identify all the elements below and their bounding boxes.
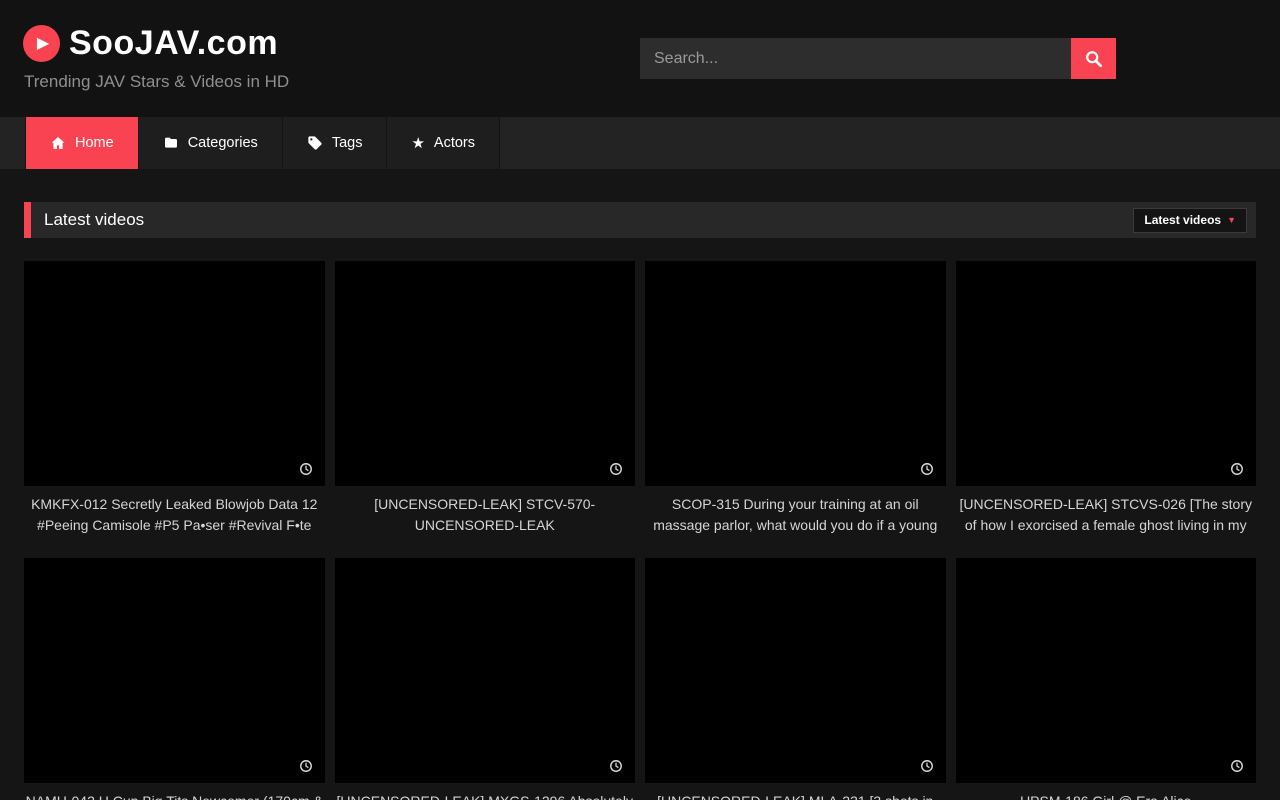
section-title: Latest videos bbox=[44, 210, 144, 230]
search-icon bbox=[1084, 49, 1103, 68]
video-thumbnail[interactable] bbox=[24, 261, 325, 486]
video-card[interactable]: SCOP-315 During your training at an oil … bbox=[645, 261, 946, 536]
video-thumbnail[interactable] bbox=[335, 558, 636, 783]
nav-item-home[interactable]: Home bbox=[25, 117, 139, 169]
search-input[interactable] bbox=[640, 38, 1071, 79]
site-name: SooJAV.com bbox=[69, 24, 278, 63]
search-form bbox=[640, 38, 1116, 79]
video-card[interactable]: NAMH-042 H Cup Big Tits Newcomer (170cm … bbox=[24, 558, 325, 800]
video-card[interactable]: [UNCENSORED-LEAK] STCV-570-UNCENSORED-LE… bbox=[335, 261, 636, 536]
video-title[interactable]: [UNCENSORED-LEAK] MXGS-1296 Absolutely bbox=[335, 791, 636, 800]
sort-dropdown[interactable]: Latest videos ▼ bbox=[1133, 208, 1247, 233]
main-content: Latest videos Latest videos ▼ KMKFX-012 … bbox=[0, 202, 1280, 800]
sort-dropdown-label: Latest videos bbox=[1144, 213, 1221, 227]
caret-down-icon: ▼ bbox=[1227, 216, 1236, 225]
video-card[interactable]: [UNCENSORED-LEAK] MXGS-1296 Absolutely bbox=[335, 558, 636, 800]
clock-icon bbox=[1230, 462, 1244, 476]
clock-icon bbox=[299, 759, 313, 773]
nav-item-label: Categories bbox=[188, 135, 258, 151]
section-header: Latest videos Latest videos ▼ bbox=[24, 202, 1256, 238]
tag-icon bbox=[307, 135, 323, 151]
nav-item-label: Tags bbox=[332, 135, 363, 151]
video-card[interactable]: KMKFX-012 Secretly Leaked Blowjob Data 1… bbox=[24, 261, 325, 536]
video-title[interactable]: UPSM-186 Girl @ Era Alice bbox=[956, 791, 1257, 800]
play-icon: ▶ bbox=[23, 25, 60, 62]
site-tagline: Trending JAV Stars & Videos in HD bbox=[24, 72, 289, 92]
clock-icon bbox=[920, 759, 934, 773]
clock-icon bbox=[1230, 759, 1244, 773]
video-thumbnail[interactable] bbox=[335, 261, 636, 486]
video-card[interactable]: UPSM-186 Girl @ Era Alice bbox=[956, 558, 1257, 800]
search-button[interactable] bbox=[1071, 38, 1116, 79]
video-thumbnail[interactable] bbox=[956, 558, 1257, 783]
nav-item-categories[interactable]: Categories bbox=[139, 117, 283, 169]
video-card[interactable]: [UNCENSORED-LEAK] STCVS-026 [The story o… bbox=[956, 261, 1257, 536]
nav-item-tags[interactable]: Tags bbox=[283, 117, 388, 169]
folder-icon bbox=[163, 135, 179, 151]
video-title[interactable]: KMKFX-012 Secretly Leaked Blowjob Data 1… bbox=[24, 494, 325, 536]
video-grid: KMKFX-012 Secretly Leaked Blowjob Data 1… bbox=[24, 261, 1256, 800]
video-card[interactable]: [UNCENSORED-LEAK] MLA-231 [3 shots in bbox=[645, 558, 946, 800]
clock-icon bbox=[609, 462, 623, 476]
clock-icon bbox=[609, 759, 623, 773]
nav-item-actors[interactable]: ★ Actors bbox=[387, 117, 500, 169]
nav-item-label: Home bbox=[75, 135, 114, 151]
main-nav: Home Categories Tags ★ Actors bbox=[0, 117, 1280, 169]
video-thumbnail[interactable] bbox=[956, 261, 1257, 486]
video-thumbnail[interactable] bbox=[645, 558, 946, 783]
video-title[interactable]: NAMH-042 H Cup Big Tits Newcomer (170cm … bbox=[24, 791, 325, 800]
site-logo[interactable]: ▶ SooJAV.com bbox=[23, 24, 278, 63]
clock-icon bbox=[920, 462, 934, 476]
video-title[interactable]: SCOP-315 During your training at an oil … bbox=[645, 494, 946, 536]
star-icon: ★ bbox=[411, 136, 424, 151]
site-header: ▶ SooJAV.com Trending JAV Stars & Videos… bbox=[0, 0, 1280, 117]
video-title[interactable]: [UNCENSORED-LEAK] STCVS-026 [The story o… bbox=[956, 494, 1257, 536]
video-thumbnail[interactable] bbox=[24, 558, 325, 783]
nav-item-label: Actors bbox=[434, 135, 475, 151]
clock-icon bbox=[299, 462, 313, 476]
video-title[interactable]: [UNCENSORED-LEAK] MLA-231 [3 shots in bbox=[645, 791, 946, 800]
video-title[interactable]: [UNCENSORED-LEAK] STCV-570-UNCENSORED-LE… bbox=[335, 494, 636, 536]
home-icon bbox=[50, 135, 66, 151]
video-thumbnail[interactable] bbox=[645, 261, 946, 486]
